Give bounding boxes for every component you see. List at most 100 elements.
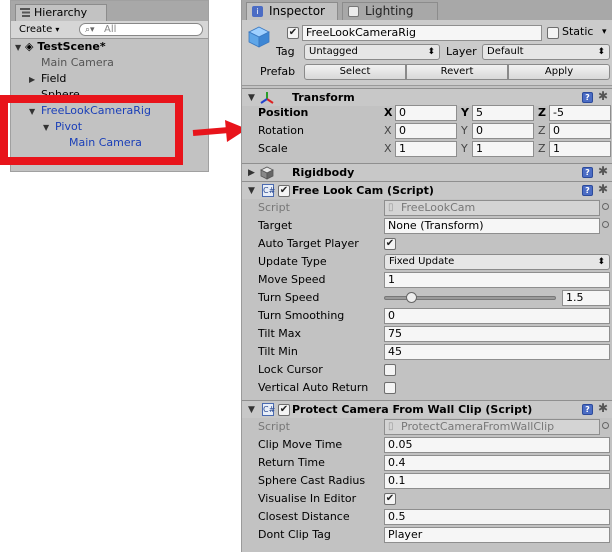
axis-y-label[interactable]: Y [461,105,469,121]
turn-speed-field[interactable]: 1.5 [562,290,610,306]
freelookcam-title: Free Look Cam (Script) [292,184,434,197]
active-checkbox[interactable]: ✔ [287,27,299,39]
rigidbody-title: Rigidbody [292,166,355,179]
turn-speed-slider-thumb[interactable] [406,292,417,303]
chevron-updown-icon: ⬍ [427,47,435,57]
transform-axes-icon [260,92,274,104]
tilt-max-field[interactable]: 75 [384,326,610,342]
create-dropdown-button[interactable]: Create ▾ [19,23,69,37]
hierarchy-item[interactable]: ▶ Field [29,71,66,87]
scale-label: Scale [258,142,288,155]
clip-move-time-label: Clip Move Time [258,438,343,451]
vertical-auto-return-checkbox[interactable] [384,382,396,394]
lighting-icon [348,6,359,17]
axis-x-label[interactable]: X [384,123,392,139]
object-picker-icon[interactable] [602,422,609,429]
return-time-field[interactable]: 0.4 [384,455,610,471]
rigidbody-icon [260,166,274,180]
dont-clip-tag-field[interactable]: Player [384,527,610,543]
auto-target-checkbox[interactable]: ✔ [384,238,396,250]
static-dropdown-chevron-icon[interactable]: ▾ [602,24,607,40]
scale-x-field[interactable]: 1 [395,141,457,157]
move-speed-field[interactable]: 1 [384,272,610,288]
transform-scale-row: Scale X 1 Y 1 Z 1 [242,140,612,158]
tilt-min-field[interactable]: 45 [384,344,610,360]
collapsed-triangle-icon[interactable]: ▶ [29,72,41,88]
transform-rotation-row: Rotation X 0 Y 0 Z 0 [242,122,612,140]
freelookcam-header[interactable]: ▼ C# ✔ Free Look Cam (Script) ? ✱ [242,181,612,199]
scene-item[interactable]: ▼ ◈ TestScene* [15,39,106,55]
inspector-tab-bar: i Inspector Lighting [242,0,612,20]
return-time-row: Return Time 0.4 [242,454,612,472]
rotation-z-field[interactable]: 0 [549,123,611,139]
target-object-field[interactable]: None (Transform) [384,218,600,234]
gear-icon[interactable]: ✱ [598,90,609,102]
axis-z-label[interactable]: Z [538,141,546,157]
sphere-cast-radius-label: Sphere Cast Radius [258,474,366,487]
prefab-apply-button[interactable]: Apply [508,64,610,80]
help-icon[interactable]: ? [582,185,593,196]
script-row: Script ▯ ProtectCameraFromWallClip [242,418,612,436]
scene-label: TestScene* [37,40,106,53]
expand-triangle-icon[interactable]: ▼ [15,40,25,56]
help-icon[interactable]: ? [582,167,593,178]
closest-distance-field[interactable]: 0.5 [384,509,610,525]
axis-z-label[interactable]: Z [538,105,546,121]
hierarchy-search-input[interactable]: ⌕▾ All [79,23,203,36]
object-picker-icon[interactable] [602,221,609,228]
axis-y-label[interactable]: Y [461,123,468,139]
position-x-field[interactable]: 0 [395,105,457,121]
visualise-checkbox[interactable]: ✔ [384,493,396,505]
collapsed-triangle-icon[interactable]: ▶ [248,166,255,180]
expand-triangle-icon[interactable]: ▼ [248,91,255,105]
component-enabled-checkbox[interactable]: ✔ [278,185,290,197]
position-y-field[interactable]: 5 [472,105,534,121]
script-row: Script ▯ FreeLookCam [242,199,612,217]
object-name-field[interactable]: FreeLookCameraRig [302,25,542,41]
tag-dropdown[interactable]: Untagged ⬍ [304,44,440,60]
axis-z-label[interactable]: Z [538,123,546,139]
protect-camera-header[interactable]: ▼ C# ✔ Protect Camera From Wall Clip (Sc… [242,400,612,418]
turn-smoothing-field[interactable]: 0 [384,308,610,324]
scale-z-field[interactable]: 1 [549,141,611,157]
hierarchy-tab-bar: Hierarchy [11,1,208,21]
tab-inspector[interactable]: i Inspector [246,2,338,20]
prefab-revert-button[interactable]: Revert [406,64,508,80]
dont-clip-tag-row: Dont Clip Tag Player [242,526,612,544]
component-enabled-checkbox[interactable]: ✔ [278,404,290,416]
inspector-panel: i Inspector Lighting ✔ FreeLookCameraRig… [241,0,612,552]
static-checkbox[interactable] [547,27,559,39]
axis-x-label[interactable]: X [384,141,392,157]
scale-y-field[interactable]: 1 [472,141,534,157]
script-file-icon: ▯ [388,421,394,432]
layer-dropdown[interactable]: Default ⬍ [482,44,610,60]
object-picker-icon[interactable] [602,203,609,210]
rotation-y-field[interactable]: 0 [472,123,534,139]
hierarchy-tab[interactable]: Hierarchy [15,4,107,21]
update-type-dropdown[interactable]: Fixed Update ⬍ [384,254,610,270]
gear-icon[interactable]: ✱ [598,183,609,195]
csharp-script-icon: C# [262,184,276,197]
gear-icon[interactable]: ✱ [598,165,609,177]
closest-distance-row: Closest Distance 0.5 [242,508,612,526]
gear-icon[interactable]: ✱ [598,402,609,414]
prefab-select-button[interactable]: Select [304,64,406,80]
position-z-field[interactable]: -5 [549,105,611,121]
expand-triangle-icon[interactable]: ▼ [248,184,255,198]
rotation-x-field[interactable]: 0 [395,123,457,139]
help-icon[interactable]: ? [582,404,593,415]
tilt-max-label: Tilt Max [258,327,302,340]
rigidbody-header[interactable]: ▶ Rigidbody ? ✱ [242,163,612,181]
hierarchy-item[interactable]: Main Camera [41,55,114,71]
help-icon[interactable]: ? [582,92,593,103]
tilt-min-row: Tilt Min 45 [242,343,612,361]
tab-lighting[interactable]: Lighting [342,2,438,20]
axis-y-label[interactable]: Y [461,141,468,157]
axis-x-label[interactable]: X [384,105,392,121]
chevron-down-icon: ▾ [55,25,60,34]
sphere-cast-radius-field[interactable]: 0.1 [384,473,610,489]
clip-move-time-field[interactable]: 0.05 [384,437,610,453]
lock-cursor-checkbox[interactable] [384,364,396,376]
expand-triangle-icon[interactable]: ▼ [248,403,255,417]
layer-value: Default [487,46,524,57]
